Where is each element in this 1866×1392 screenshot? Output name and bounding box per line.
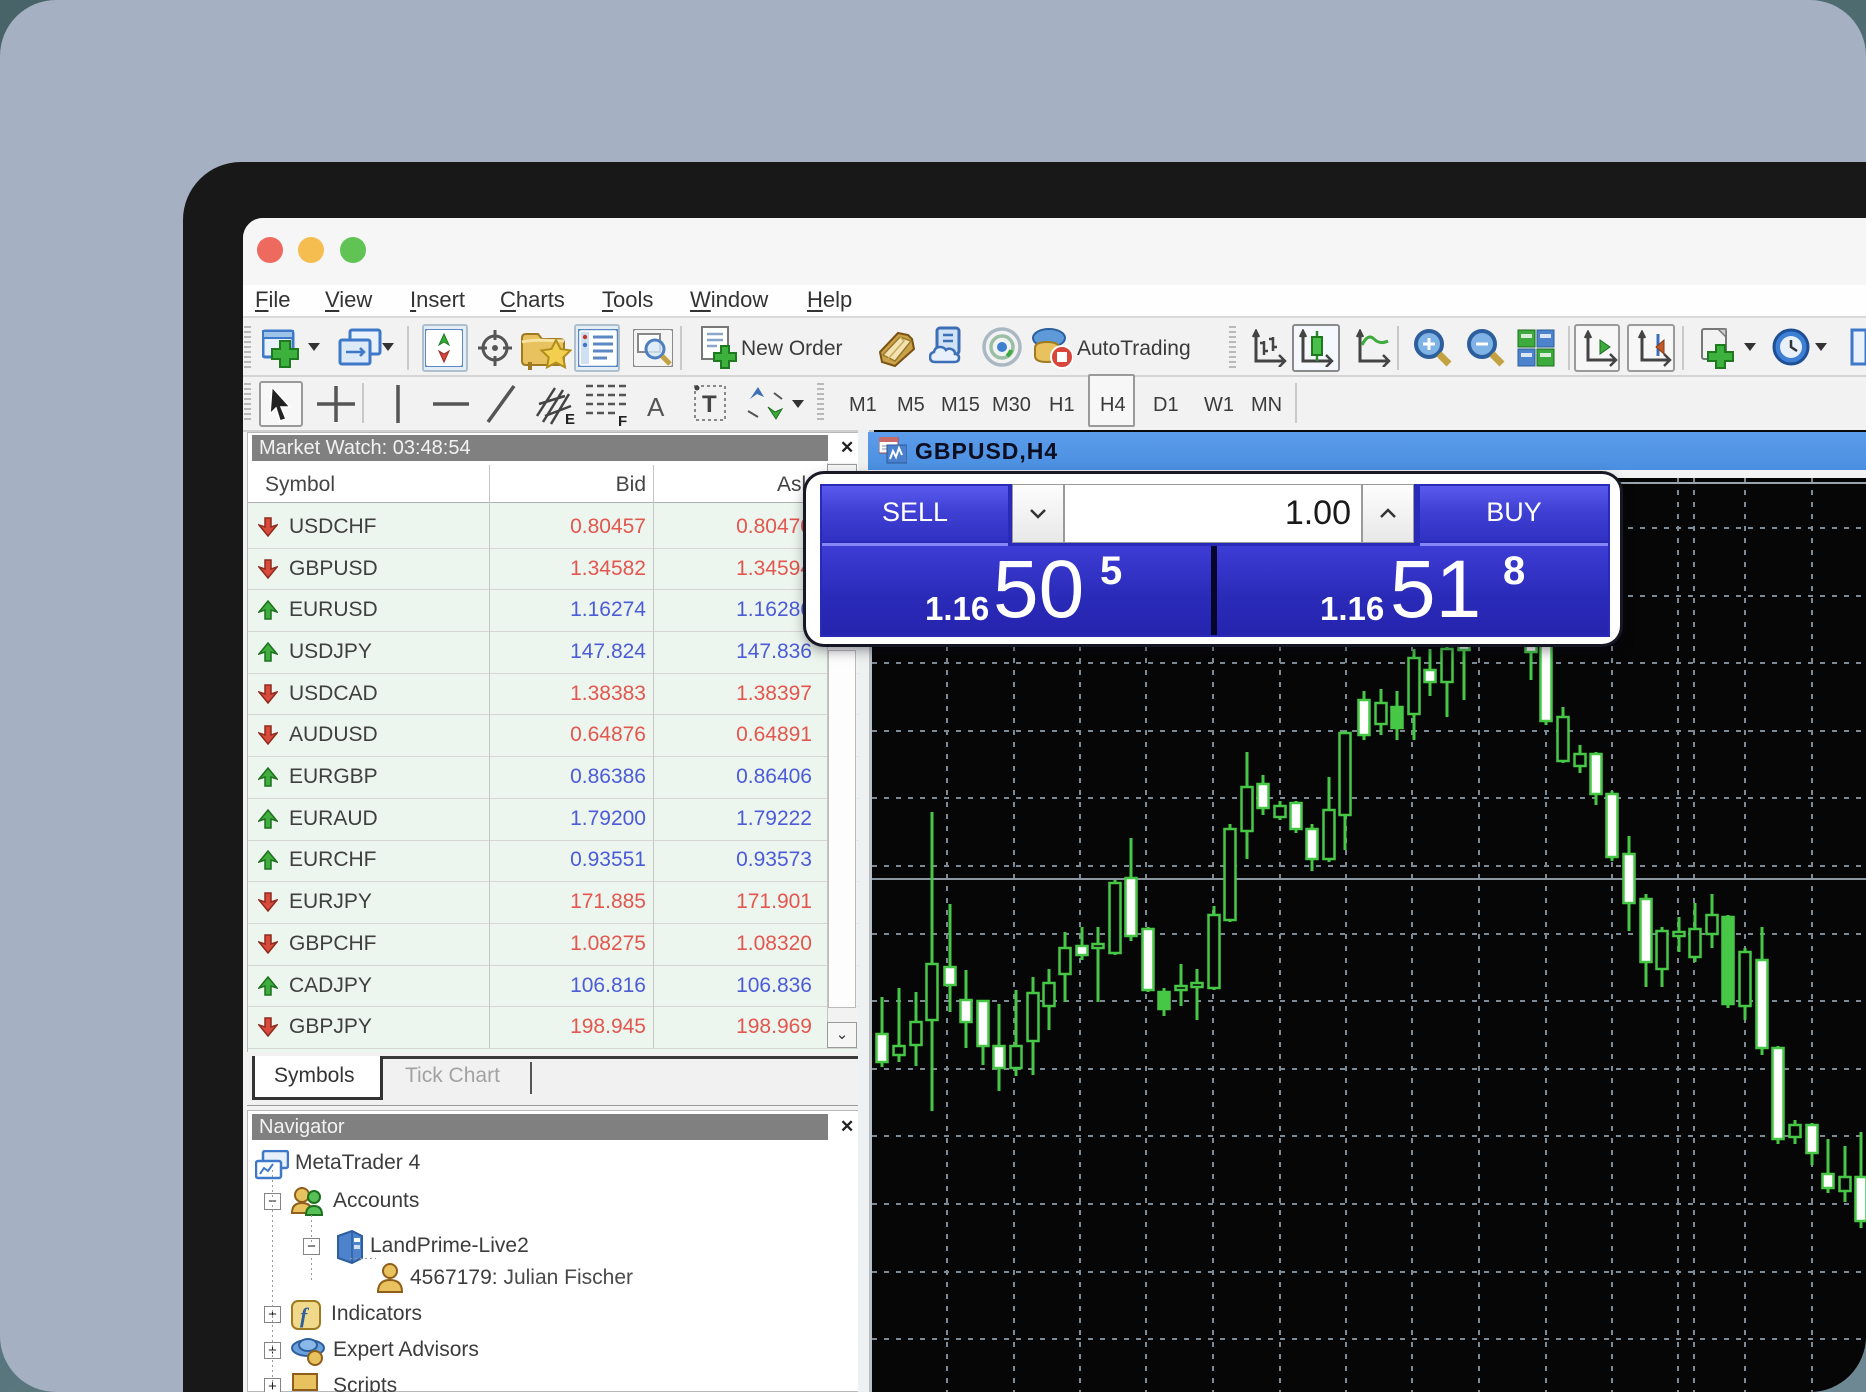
svg-text:T: T xyxy=(702,391,717,418)
svg-text:E: E xyxy=(565,411,575,426)
svg-text:F: F xyxy=(618,413,627,426)
